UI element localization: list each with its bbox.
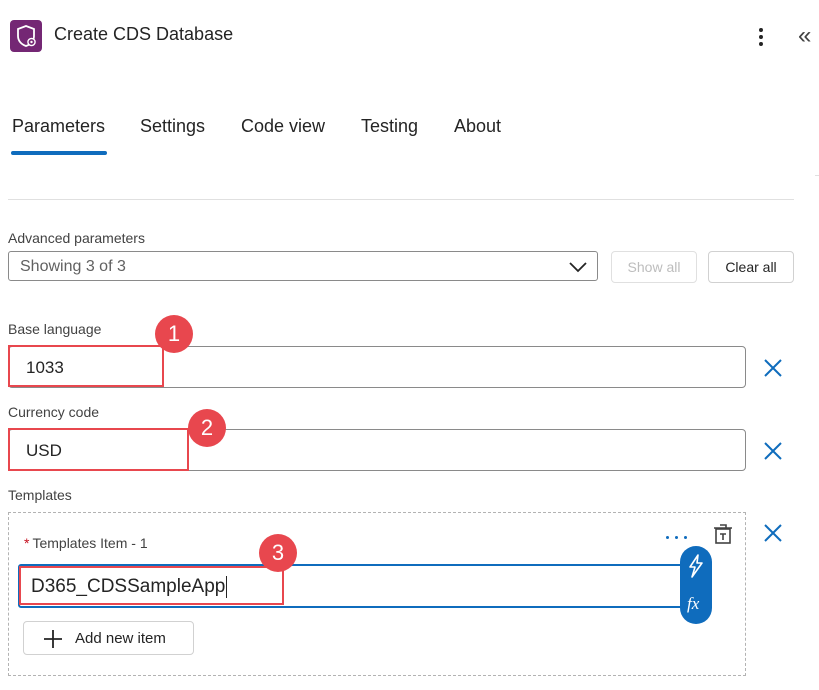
more-vertical-icon [759, 28, 763, 32]
close-icon[interactable] [762, 440, 784, 462]
advanced-parameters-label: Advanced parameters [8, 230, 145, 246]
svg-text:fx: fx [687, 594, 700, 613]
collapse-panel-button[interactable]: « [798, 22, 819, 50]
divider [8, 199, 794, 200]
close-icon[interactable] [762, 357, 784, 379]
highlight-box [8, 428, 189, 471]
plus-icon [44, 630, 62, 648]
add-new-item-button[interactable]: Add new item [23, 621, 194, 655]
app-icon [10, 20, 42, 52]
advanced-parameters-dropdown[interactable]: Showing 3 of 3 [8, 251, 598, 281]
annotation-badge: 3 [259, 534, 297, 572]
base-language-label: Base language [8, 321, 102, 337]
templates-item-label: * Templates Item - 1 [24, 535, 148, 551]
delete-item-icon[interactable] [712, 523, 734, 545]
add-new-item-label: Add new item [75, 630, 166, 647]
required-marker: * [24, 535, 30, 551]
tab-settings[interactable]: Settings [140, 116, 205, 137]
tab-code-view[interactable]: Code view [241, 116, 325, 137]
dynamic-content-pill: fx [680, 546, 712, 624]
page-title: Create CDS Database [54, 24, 234, 44]
currency-code-label: Currency code [8, 404, 100, 420]
clear-all-button[interactable]: Clear all [708, 251, 794, 283]
panel-edge [815, 175, 819, 176]
item-more-button[interactable] [664, 531, 690, 543]
tab-about[interactable]: About [454, 116, 501, 137]
templates-label: Templates [8, 487, 72, 503]
more-horizontal-icon [666, 536, 669, 539]
highlight-box [8, 345, 164, 387]
annotation-badge: 1 [155, 315, 193, 353]
tab-parameters[interactable]: Parameters [12, 116, 105, 137]
shield-settings-icon [17, 25, 36, 47]
close-icon[interactable] [762, 522, 784, 544]
show-all-button[interactable]: Show all [611, 251, 697, 283]
dropdown-value: Showing 3 of 3 [20, 258, 126, 275]
highlight-box [19, 566, 284, 605]
active-tab-indicator [11, 151, 107, 155]
annotation-badge: 2 [188, 409, 226, 447]
double-chevron-left-icon: « [798, 22, 812, 49]
more-options-button[interactable] [748, 24, 774, 50]
tab-testing[interactable]: Testing [361, 116, 418, 137]
expression-icon[interactable]: fx [680, 588, 712, 620]
lightning-icon[interactable] [680, 552, 712, 584]
chevron-down-icon [569, 262, 587, 273]
